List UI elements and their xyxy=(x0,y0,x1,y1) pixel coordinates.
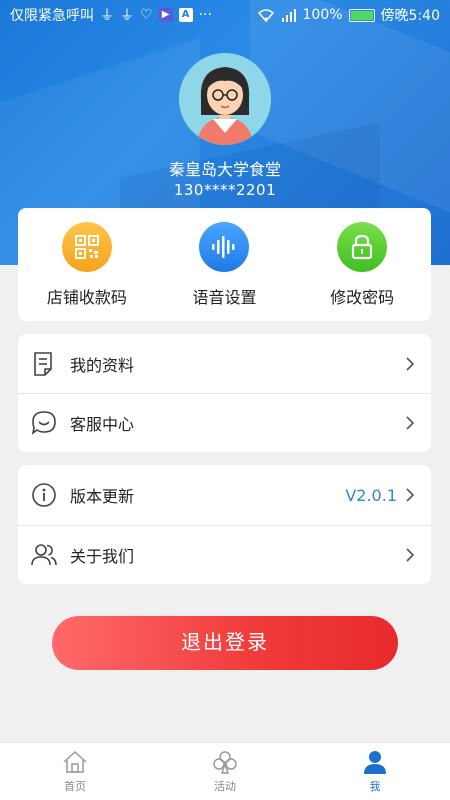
menu-item-version-update[interactable]: 版本更新 V2.0.1 xyxy=(18,465,431,525)
profile-phone: 130****2201 xyxy=(173,181,277,199)
bottom-tab-bar: 首页 活动 我 xyxy=(0,742,450,800)
menu-item-my-profile[interactable]: 我的资料 xyxy=(18,334,431,393)
chevron-right-icon xyxy=(406,488,415,502)
menu-item-label: 版本更新 xyxy=(70,487,135,506)
profile-name: 秦皇岛大学食堂 xyxy=(168,160,281,179)
usb-icon: ⏚ xyxy=(100,8,114,24)
lock-icon xyxy=(337,221,388,272)
menu-item-label: 客服中心 xyxy=(70,414,135,434)
tab-label: 活动 xyxy=(214,779,236,793)
wifi-icon xyxy=(257,9,274,22)
qr-code-icon xyxy=(61,221,112,272)
menu-group-about: 版本更新 V2.0.1 关于我们 xyxy=(18,465,431,584)
menu-item-label: 我的资料 xyxy=(70,355,135,375)
chevron-right-icon xyxy=(406,547,415,562)
quick-action-change-password[interactable]: 修改密码 xyxy=(302,221,422,308)
chevron-right-icon xyxy=(406,356,415,371)
document-icon xyxy=(30,350,58,378)
heart-monitor-icon: ♡ xyxy=(140,7,153,23)
carrier-text: 仅限紧急呼叫 xyxy=(10,8,94,24)
person-icon xyxy=(364,750,386,774)
club-icon xyxy=(213,750,237,774)
menu-item-customer-service[interactable]: 客服中心 xyxy=(18,393,431,452)
tab-label: 我 xyxy=(369,779,381,793)
chevron-right-icon xyxy=(406,415,415,430)
quick-action-label: 语音设置 xyxy=(192,287,257,307)
menu-item-about-us[interactable]: 关于我们 xyxy=(18,525,431,584)
quick-action-voice-settings[interactable]: 语音设置 xyxy=(164,221,284,308)
sound-wave-icon xyxy=(199,221,250,272)
chat-smile-icon xyxy=(30,409,58,437)
battery-percent: 100% xyxy=(302,7,343,23)
quick-actions-card: 店铺收款码 语音设置 修改密码 xyxy=(18,208,431,321)
quick-action-payment-qr[interactable]: 店铺收款码 xyxy=(27,221,147,308)
menu-item-label: 关于我们 xyxy=(70,546,135,566)
avatar-illustration-icon xyxy=(179,53,271,145)
usb-icon-2: ⏚ xyxy=(120,8,134,24)
battery-icon xyxy=(348,8,375,22)
tab-home[interactable]: 首页 xyxy=(0,743,150,800)
video-app-icon: ▶ xyxy=(158,8,173,22)
logout-button[interactable]: 退出登录 xyxy=(52,616,398,670)
signal-icon xyxy=(281,9,296,22)
quick-action-label: 店铺收款码 xyxy=(46,287,127,307)
home-icon xyxy=(63,750,87,773)
quick-action-label: 修改密码 xyxy=(330,287,395,307)
avatar[interactable] xyxy=(179,53,271,145)
clock: 傍晚5:40 xyxy=(380,8,440,24)
info-icon xyxy=(30,481,58,509)
status-bar: 仅限紧急呼叫 ⏚ ⏚ ♡ ▶ A ··· 100% 傍晚5:40 xyxy=(0,0,450,30)
version-value: V2.0.1 xyxy=(345,485,397,505)
tab-label: 首页 xyxy=(64,779,86,793)
tab-me[interactable]: 我 xyxy=(300,743,450,800)
tab-activity[interactable]: 活动 xyxy=(150,743,300,800)
menu-group-profile: 我的资料 客服中心 xyxy=(18,334,431,452)
app-a-icon: A xyxy=(178,8,193,22)
users-icon xyxy=(30,541,58,569)
more-dots-icon: ··· xyxy=(198,7,212,23)
